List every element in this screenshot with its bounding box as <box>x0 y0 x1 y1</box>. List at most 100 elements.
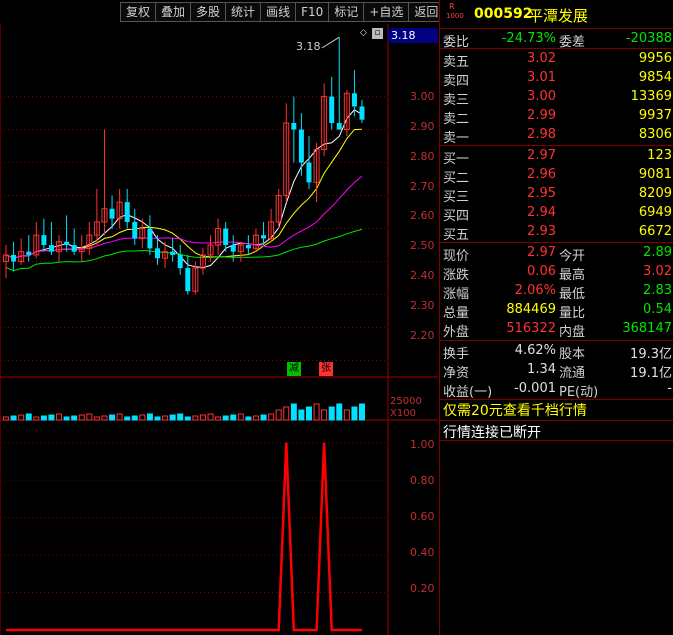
buy-volume: 6672 <box>638 224 672 239</box>
sell-level-row[interactable]: 卖三 3.00 13369 <box>440 88 673 108</box>
candle-body <box>291 122 297 130</box>
sell-level-row[interactable]: 卖二 2.99 9937 <box>440 107 673 127</box>
chart-canvas[interactable] <box>0 24 438 635</box>
buy-level-row[interactable]: 买四 2.94 6949 <box>440 204 673 224</box>
divider <box>440 242 673 243</box>
volume-bar <box>93 416 100 421</box>
candle-body <box>223 228 229 246</box>
candle-body <box>245 245 251 249</box>
volume-bar <box>321 409 328 421</box>
candle-body <box>11 254 17 262</box>
volume-bar <box>222 415 229 421</box>
divider <box>440 440 673 441</box>
price-axis-label: 2.90 <box>410 120 435 133</box>
stat-label: 涨幅 <box>443 287 470 302</box>
stock-terminal: 复权 叠加 多股 统计 画线 F10 标记 +自选 返回 3.18 3.18 ◇… <box>0 0 673 635</box>
buy-price: 2.96 <box>527 167 556 182</box>
indicator-axis-label: 0.60 <box>410 510 435 523</box>
fundamental-row[interactable]: 净资 1.34 流通 19.1亿 <box>440 361 673 381</box>
sell-level-row[interactable]: 卖五 3.02 9956 <box>440 50 673 70</box>
sell-price: 2.99 <box>527 108 556 123</box>
sell-volume: 9937 <box>638 108 672 123</box>
stat-row[interactable]: 总量 884469 量比 0.54 <box>440 301 673 321</box>
buy-level-row[interactable]: 买一 2.97 123 <box>440 147 673 167</box>
stat-row[interactable]: 涨幅 2.06% 最低 2.83 <box>440 282 673 302</box>
sell-level-row[interactable]: 卖四 3.01 9854 <box>440 69 673 89</box>
divider <box>440 145 673 146</box>
buy-level-row[interactable]: 买二 2.96 9081 <box>440 166 673 186</box>
sell-volume: 9854 <box>638 70 672 85</box>
volume-bar <box>252 415 259 421</box>
indicator-axis-label: 0.20 <box>410 582 435 595</box>
buy-level-label: 买四 <box>443 209 470 224</box>
sell-level-row[interactable]: 卖一 2.98 8306 <box>440 126 673 146</box>
candle-body <box>359 106 365 120</box>
chart-area[interactable]: 3.18 3.18 ◇ ▫ 3.00 2.90 2.80 2.70 2.60 2… <box>0 24 438 635</box>
sell-volume: 13369 <box>630 89 672 104</box>
stat-value: 368147 <box>622 321 672 336</box>
stat-value: 884469 <box>506 302 556 317</box>
indicator-axis-label: 0.40 <box>410 546 435 559</box>
volume-bar <box>146 413 153 421</box>
volume-bar <box>275 409 282 421</box>
stat-label: 内盘 <box>559 325 586 340</box>
volume-bar <box>305 406 312 421</box>
sell-level-label: 卖三 <box>443 93 470 108</box>
stat-value: -0.001 <box>514 381 556 396</box>
volume-bar <box>237 413 244 421</box>
stock-name[interactable]: 平潭发展 <box>528 5 588 26</box>
overlay-button[interactable]: 叠加 <box>155 2 191 22</box>
chart-toolbar: 复权 叠加 多股 统计 画线 F10 标记 +自选 返回 <box>120 2 445 22</box>
price-axis-label: 2.80 <box>410 150 435 163</box>
candle-body <box>336 122 342 130</box>
volume-bar <box>33 416 40 421</box>
multi-stock-button[interactable]: 多股 <box>190 2 226 22</box>
stat-label: 最低 <box>559 287 586 302</box>
webi-value: -24.73% <box>501 31 556 46</box>
stat-value: 2.83 <box>643 283 672 298</box>
stat-value: 4.62% <box>514 343 556 358</box>
stat-row[interactable]: 外盘 516322 内盘 368147 <box>440 320 673 340</box>
draw-line-button[interactable]: 画线 <box>260 2 296 22</box>
sell-level-label: 卖五 <box>443 55 470 70</box>
volume-bar <box>260 414 267 421</box>
stat-row[interactable]: 涨跌 0.06 最高 3.02 <box>440 263 673 283</box>
volume-bar <box>298 409 305 421</box>
candle-body <box>154 248 160 259</box>
fuquan-button[interactable]: 复权 <box>120 2 156 22</box>
volume-bar <box>116 413 123 421</box>
stock-header: R 1000 000592 平潭发展 <box>440 0 673 29</box>
stat-value: 3.02 <box>643 264 672 279</box>
stat-label: 收益(一) <box>443 385 493 400</box>
candle-body <box>329 96 335 123</box>
buy-level-row[interactable]: 买五 2.93 6672 <box>440 223 673 243</box>
volume-bar <box>3 416 9 421</box>
candle-body <box>109 208 115 219</box>
fundamental-row[interactable]: 换手 4.62% 股本 19.3亿 <box>440 342 673 362</box>
volume-bar <box>162 415 169 421</box>
premium-notice-link[interactable]: 仅需20元查看千档行情 <box>443 400 587 420</box>
sell-level-label: 卖四 <box>443 74 470 89</box>
candle-body <box>177 254 183 269</box>
candle-body <box>41 235 47 246</box>
mark-button[interactable]: 标记 <box>328 2 364 22</box>
candle-body <box>132 221 138 239</box>
buy-level-row[interactable]: 买三 2.95 8209 <box>440 185 673 205</box>
statistics-button[interactable]: 统计 <box>225 2 261 22</box>
fundamental-row[interactable]: 收益(一) -0.001 PE(动) - <box>440 380 673 400</box>
divider <box>440 340 673 341</box>
volume-bar <box>139 414 146 421</box>
f10-button[interactable]: F10 <box>295 2 329 22</box>
stat-row[interactable]: 现价 2.97 今开 2.89 <box>440 244 673 264</box>
volume-bar <box>86 413 93 421</box>
add-watchlist-button[interactable]: +自选 <box>363 2 409 22</box>
stat-label: 股本 <box>559 347 586 362</box>
stock-code[interactable]: 000592 <box>474 6 532 22</box>
price-axis-label: 2.70 <box>410 180 435 193</box>
volume-bar <box>109 414 116 421</box>
sell-volume: 8306 <box>638 127 672 142</box>
buy-level-label: 买二 <box>443 171 470 186</box>
buy-volume: 9081 <box>638 167 672 182</box>
diamond-icon[interactable]: ◇ <box>358 28 369 39</box>
window-control-icon[interactable]: ▫ <box>372 28 383 39</box>
